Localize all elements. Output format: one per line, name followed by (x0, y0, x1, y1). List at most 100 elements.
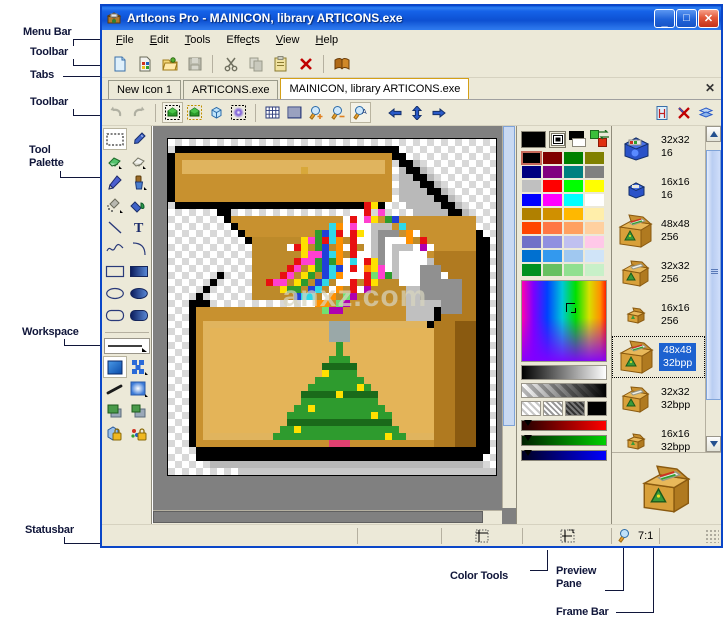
color-swatch-6-0[interactable] (521, 235, 542, 249)
frame-item-0[interactable]: 32x32 16 (612, 126, 705, 168)
tab-mainicon-library[interactable]: MAINICON, library ARTICONS.exe (280, 78, 470, 99)
color-swatch-2-1[interactable] (542, 179, 563, 193)
canvas-vertical-scrollbar[interactable] (502, 126, 516, 508)
layers-button[interactable] (695, 102, 716, 123)
color-swatch-4-1[interactable] (542, 207, 563, 221)
text-tool[interactable]: T (127, 216, 151, 238)
gradient-fill-option[interactable] (127, 378, 151, 400)
tab-new-icon-1[interactable]: New Icon 1 (108, 80, 182, 99)
alpha-pattern-50[interactable] (543, 401, 563, 416)
blue-channel-slider[interactable] (521, 450, 607, 461)
stroke-style-option[interactable] (103, 378, 127, 400)
paste-button[interactable] (269, 52, 292, 75)
tab-articons-exe[interactable]: ARTICONS.exe (183, 80, 279, 99)
canvas-horizontal-scrollbar[interactable] (153, 510, 502, 524)
alpha-bar[interactable] (521, 383, 607, 398)
color-swatch-2-2[interactable] (563, 179, 584, 193)
nudge-vertical-button[interactable] (406, 102, 427, 123)
color-swatch-7-0[interactable] (521, 249, 542, 263)
color-swatch-2-3[interactable] (584, 179, 605, 193)
color-swatch-5-3[interactable] (584, 221, 605, 235)
color-swatch-5-2[interactable] (563, 221, 584, 235)
grid-button[interactable] (262, 102, 283, 123)
canvas-hscroll-thumb[interactable] (153, 511, 483, 523)
frame-item-3[interactable]: 32x32 256 (612, 252, 705, 294)
foreground-color-swatch[interactable] (521, 130, 547, 148)
delete-button[interactable] (294, 52, 317, 75)
alpha-pattern-solid[interactable] (587, 401, 607, 416)
color-swatch-5-0[interactable] (521, 221, 542, 235)
color-swatch-1-0[interactable] (521, 165, 542, 179)
frame-item-7[interactable]: 16x16 32bpp (612, 420, 705, 452)
frame-list[interactable]: 32x32 16 16x16 16 48x48 256 32x32 256 16… (612, 126, 721, 452)
image-3d-button[interactable] (206, 102, 227, 123)
frame-item-5[interactable]: 48x48 32bpp (612, 336, 705, 378)
tab-close-icon[interactable]: ✕ (705, 81, 715, 95)
redo-button[interactable] (128, 102, 149, 123)
nudge-left-button[interactable] (384, 102, 405, 123)
color-swatch-3-2[interactable] (563, 193, 584, 207)
color-swatch-7-3[interactable] (584, 249, 605, 263)
swap-colors-icon[interactable] (589, 130, 609, 148)
preview-pane[interactable] (612, 452, 721, 524)
color-swatch-0-0[interactable] (521, 151, 542, 165)
color-gradient-picker[interactable] (521, 280, 607, 362)
color-swatch-8-3[interactable] (584, 263, 605, 277)
image-normal-button[interactable] (162, 102, 183, 123)
color-palette-grid[interactable] (521, 151, 608, 277)
select-rectangle-tool[interactable] (102, 128, 127, 150)
new-library-button[interactable] (133, 52, 156, 75)
color-swatch-3-0[interactable] (521, 193, 542, 207)
lock-colors-option[interactable] (127, 422, 151, 444)
menu-item-help[interactable]: Help (308, 32, 347, 48)
fill-solid-option[interactable] (102, 356, 127, 378)
canvas-vscroll-thumb[interactable] (503, 126, 515, 426)
color-swatch-1-1[interactable] (542, 165, 563, 179)
workspace[interactable]: anxz.com (152, 126, 516, 524)
rectangle-tool[interactable] (103, 260, 127, 282)
delete-frame-button[interactable] (673, 102, 694, 123)
menu-item-edit[interactable]: Edit (142, 32, 177, 48)
color-swatch-1-3[interactable] (584, 165, 605, 179)
color-swatch-3-1[interactable] (542, 193, 563, 207)
rounded-rect-tool[interactable] (103, 304, 127, 326)
alpha-pattern-12[interactable] (521, 401, 541, 416)
line-tool[interactable] (103, 216, 127, 238)
color-picker-tool[interactable] (127, 128, 151, 150)
curve-tool[interactable] (103, 238, 127, 260)
menu-item-tools[interactable]: Tools (177, 32, 219, 48)
alpha-pattern-75[interactable] (565, 401, 585, 416)
icon-artwork[interactable] (168, 139, 496, 475)
nudge-right-button[interactable] (428, 102, 449, 123)
color-swatch-7-1[interactable] (542, 249, 563, 263)
frame-item-4[interactable]: 16x16 256 (612, 294, 705, 336)
scroll-down-icon[interactable] (706, 436, 721, 452)
frame-item-6[interactable]: 32x32 32bpp (612, 378, 705, 420)
frame-item-1[interactable]: 16x16 16 (612, 168, 705, 210)
red-channel-slider[interactable] (521, 420, 607, 431)
color-swatch-7-2[interactable] (563, 249, 584, 263)
color-swatch-4-2[interactable] (563, 207, 584, 221)
open-folder-button[interactable] (158, 52, 181, 75)
help-book-button[interactable] (330, 52, 353, 75)
color-swatch-4-0[interactable] (521, 207, 542, 221)
rounded-rect-filled-tool[interactable] (127, 304, 151, 326)
green-channel-slider[interactable] (521, 435, 607, 446)
transparent-option[interactable] (127, 400, 151, 422)
undo-button[interactable] (106, 102, 127, 123)
zoom-out-button[interactable] (328, 102, 349, 123)
green-channel-thumb[interactable] (524, 435, 532, 441)
opaque-option[interactable] (103, 400, 127, 422)
close-button[interactable]: ✕ (698, 8, 719, 28)
color-swatch-0-1[interactable] (542, 151, 563, 165)
airbrush-tool[interactable] (103, 194, 127, 216)
blur-button[interactable] (228, 102, 249, 123)
fill-pattern-option[interactable] (127, 356, 151, 378)
frame-item-2[interactable]: 48x48 256 (612, 210, 705, 252)
fine-grid-button[interactable] (284, 102, 305, 123)
draw-mode-icon[interactable] (549, 130, 566, 148)
minimize-button[interactable]: _ (654, 8, 675, 28)
color-swatch-1-2[interactable] (563, 165, 584, 179)
pencil-tool[interactable] (103, 172, 127, 194)
erase-all-tool[interactable] (127, 150, 151, 172)
